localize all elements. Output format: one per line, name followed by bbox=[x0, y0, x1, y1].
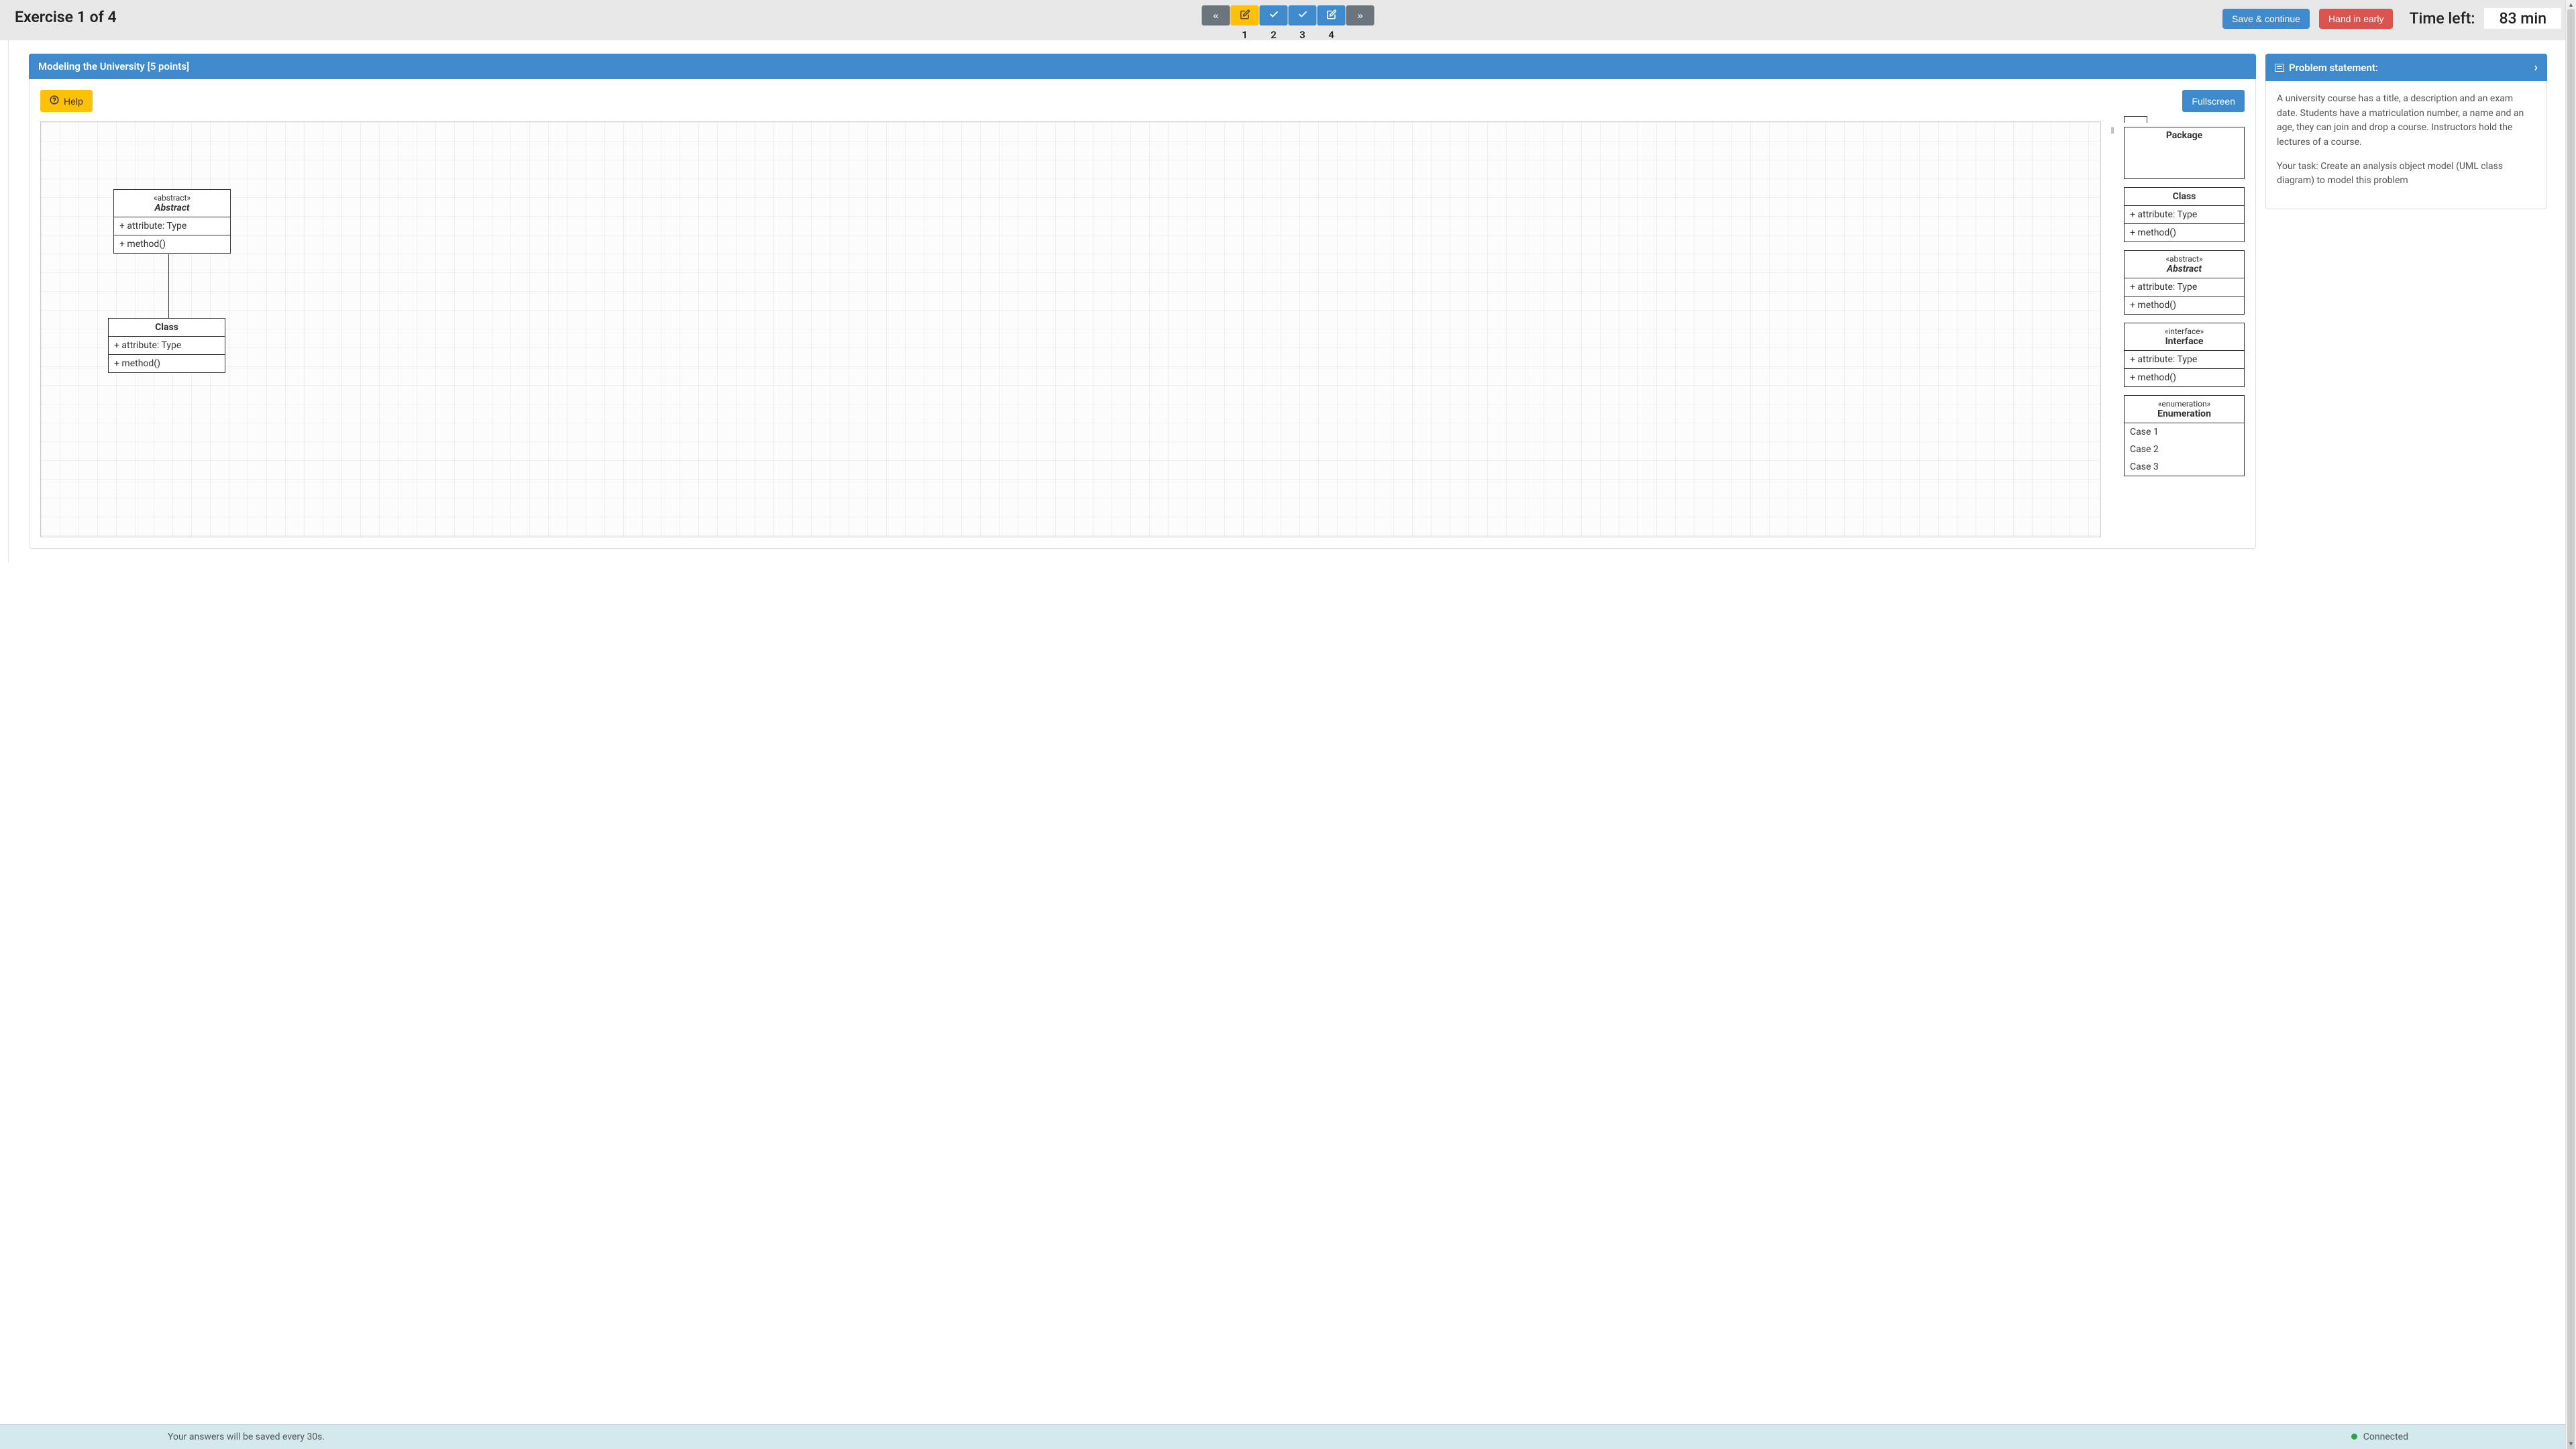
problem-panel-header[interactable]: Problem statement: › bbox=[2265, 54, 2547, 81]
help-button[interactable]: Help bbox=[40, 90, 93, 112]
exercise-nav: « 1 2 3 bbox=[1202, 5, 1375, 41]
nav-num-4: 4 bbox=[1328, 29, 1334, 41]
chevron-right-icon: › bbox=[2534, 60, 2538, 74]
nav-exercise-1-button[interactable] bbox=[1231, 5, 1259, 25]
time-left-label: Time left: bbox=[2409, 9, 2475, 28]
vertical-scrollbar[interactable]: ▲ ▼ bbox=[2565, 0, 2576, 1449]
palette-enum-case: Case 3 bbox=[2125, 458, 2244, 476]
palette-enum-name: Enumeration bbox=[2130, 409, 2239, 419]
palette-class-attr: + attribute: Type bbox=[2125, 206, 2244, 224]
nav-exercise-2-button[interactable] bbox=[1260, 5, 1288, 25]
exercise-panel-header: Modeling the University [5 points] bbox=[29, 54, 2256, 79]
nav-exercise-3-button[interactable] bbox=[1289, 5, 1317, 25]
editor-row: «abstract» Abstract + attribute: Type + … bbox=[40, 121, 2245, 537]
autosave-message: Your answers will be saved every 30s. bbox=[168, 1432, 325, 1442]
uml-attribute: + attribute: Type bbox=[114, 217, 230, 235]
time-left-value: 83 min bbox=[2484, 8, 2561, 29]
nav-num-1: 1 bbox=[1242, 29, 1248, 41]
nav-num-2: 2 bbox=[1271, 29, 1277, 41]
status-dot-icon bbox=[2351, 1434, 2357, 1440]
palette-class-method: + method() bbox=[2125, 224, 2244, 241]
modeling-panel: Modeling the University [5 points] Help … bbox=[29, 54, 2256, 549]
uml-stereotype: «abstract» bbox=[119, 193, 225, 203]
exercise-panel-body: Help Fullscreen «abstract» Abstract + at… bbox=[29, 79, 2256, 549]
palette-class-name: Class bbox=[2173, 191, 2196, 202]
uml-header: Class bbox=[109, 319, 225, 337]
edit-icon bbox=[1326, 9, 1336, 22]
palette-interface-stereo: «interface» bbox=[2130, 327, 2239, 336]
document-icon bbox=[2275, 64, 2284, 72]
top-right-controls: Save & continue Hand in early Time left:… bbox=[2222, 8, 2561, 29]
edit-icon bbox=[1240, 9, 1250, 22]
package-tab-icon bbox=[2124, 116, 2147, 123]
palette-interface[interactable]: «interface» Interface + attribute: Type … bbox=[2124, 323, 2245, 387]
element-palette: Package Class + attribute: Type + method… bbox=[2124, 121, 2245, 537]
hand-in-early-button[interactable]: Hand in early bbox=[2319, 9, 2394, 29]
exercise-title: Modeling the University [5 points] bbox=[38, 60, 189, 72]
problem-header-label: Problem statement: bbox=[2289, 62, 2378, 74]
diagram-canvas[interactable]: «abstract» Abstract + attribute: Type + … bbox=[40, 121, 2101, 537]
check-icon bbox=[1269, 9, 1279, 22]
uml-class-name: Abstract bbox=[119, 203, 225, 213]
check-icon bbox=[1297, 9, 1307, 22]
connection-status: Connected bbox=[2351, 1432, 2408, 1442]
save-continue-button[interactable]: Save & continue bbox=[2222, 9, 2310, 29]
palette-class[interactable]: Class + attribute: Type + method() bbox=[2124, 187, 2245, 242]
uml-association[interactable] bbox=[168, 254, 169, 318]
uml-method: + method() bbox=[109, 355, 225, 372]
palette-enumeration[interactable]: «enumeration» Enumeration Case 1 Case 2 … bbox=[2124, 395, 2245, 476]
problem-body: A university course has a title, a descr… bbox=[2265, 81, 2547, 209]
exercise-counter: Exercise 1 of 4 bbox=[15, 8, 117, 26]
palette-abstract[interactable]: «abstract» Abstract + attribute: Type + … bbox=[2124, 250, 2245, 315]
connection-status-label: Connected bbox=[2363, 1432, 2408, 1442]
scroll-thumb[interactable] bbox=[2567, 9, 2575, 1449]
editor-toolbar: Help Fullscreen bbox=[40, 90, 2245, 112]
nav-prev-button[interactable]: « bbox=[1202, 5, 1230, 25]
footer-bar: Your answers will be saved every 30s. Co… bbox=[0, 1424, 2576, 1449]
nav-num-3: 3 bbox=[1299, 29, 1305, 41]
scroll-down-arrow-icon: ▼ bbox=[2566, 1440, 2576, 1448]
uml-method: + method() bbox=[114, 235, 230, 253]
nav-num-spacer bbox=[1359, 29, 1362, 41]
fullscreen-button[interactable]: Fullscreen bbox=[2182, 90, 2245, 112]
help-icon bbox=[50, 95, 59, 107]
palette-enum-case: Case 1 bbox=[2125, 423, 2244, 441]
uml-header: «abstract» Abstract bbox=[114, 190, 230, 217]
canvas-abstract-class[interactable]: «abstract» Abstract + attribute: Type + … bbox=[113, 189, 231, 254]
palette-enum-case: Case 2 bbox=[2125, 441, 2244, 458]
palette-abstract-attr: + attribute: Type bbox=[2125, 278, 2244, 297]
uml-attribute: + attribute: Type bbox=[109, 337, 225, 355]
uml-class-name: Class bbox=[114, 322, 219, 333]
palette-abstract-name: Abstract bbox=[2130, 264, 2239, 274]
problem-task: Your task: Create an analysis object mod… bbox=[2277, 160, 2536, 189]
palette-package-name: Package bbox=[2124, 127, 2245, 179]
palette-package[interactable]: Package bbox=[2124, 121, 2245, 179]
main-area: Modeling the University [5 points] Help … bbox=[8, 40, 2568, 562]
nav-exercise-4-button[interactable] bbox=[1318, 5, 1346, 25]
nav-next-button[interactable]: » bbox=[1346, 5, 1375, 25]
palette-abstract-stereo: «abstract» bbox=[2130, 254, 2239, 264]
palette-interface-method: + method() bbox=[2125, 369, 2244, 386]
problem-panel: Problem statement: › A university course… bbox=[2265, 54, 2547, 549]
palette-interface-name: Interface bbox=[2130, 336, 2239, 347]
scroll-up-arrow-icon: ▲ bbox=[2566, 1, 2576, 9]
problem-paragraph: A university course has a title, a descr… bbox=[2277, 92, 2536, 150]
palette-interface-attr: + attribute: Type bbox=[2125, 351, 2244, 369]
palette-enum-stereo: «enumeration» bbox=[2130, 399, 2239, 409]
help-label: Help bbox=[64, 96, 83, 107]
palette-abstract-method: + method() bbox=[2125, 297, 2244, 314]
nav-num-spacer bbox=[1215, 29, 1218, 41]
resize-handle[interactable]: ‖ bbox=[2110, 121, 2114, 537]
canvas-class[interactable]: Class + attribute: Type + method() bbox=[108, 318, 225, 373]
top-bar: Exercise 1 of 4 « 1 2 bbox=[0, 0, 2576, 40]
